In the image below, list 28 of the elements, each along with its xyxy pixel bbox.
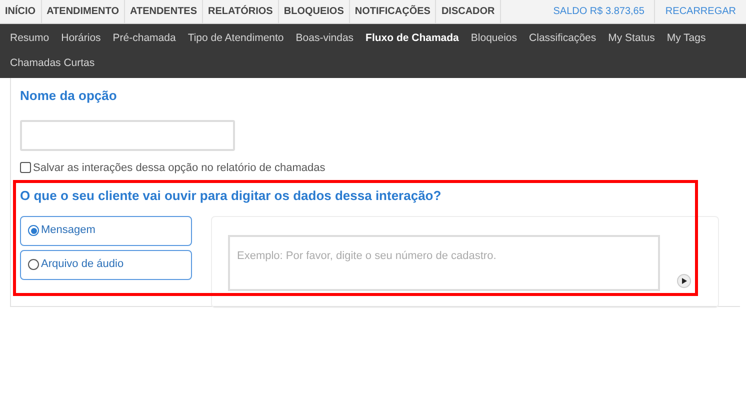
sub-nav-item[interactable]: Classificações xyxy=(523,26,602,51)
checkbox-label: Salvar as interações dessa opção no relatório de chamadas xyxy=(33,160,326,176)
play-icon[interactable] xyxy=(677,274,691,288)
field-label: Nome da opção xyxy=(20,87,118,105)
sub-nav-item[interactable]: Chamadas Curtas xyxy=(4,51,101,76)
nav-tab[interactable]: INÍCIO xyxy=(0,0,42,23)
nav-tab[interactable]: BLOQUEIOS xyxy=(278,0,350,23)
nav-tab[interactable]: NOTIFICAÇÕES xyxy=(350,0,436,23)
sub-nav-item[interactable]: Bloqueios xyxy=(464,26,524,51)
nav-tab[interactable]: ATENDIMENTO xyxy=(42,0,125,23)
nav-tab[interactable]: RELATÓRIOS xyxy=(203,0,279,23)
question-heading: O que o seu cliente vai ouvir para digitar os dados dessa interação? xyxy=(20,187,442,205)
option-name-field[interactable] xyxy=(20,120,235,150)
sub-nav-item[interactable]: My Tags xyxy=(660,26,712,51)
sub-nav-item[interactable]: Horários xyxy=(55,26,107,51)
sub-nav-item[interactable]: My Status xyxy=(602,26,661,51)
sub-nav-item[interactable]: Tipo de Atendimento xyxy=(182,26,290,51)
balance-text: SALDO R$ 3.873,65 xyxy=(543,0,656,23)
nav-tab[interactable]: ATENDENTES xyxy=(124,0,204,23)
sub-nav-item[interactable]: Boas-vindas xyxy=(290,26,360,51)
sub-nav-item[interactable]: Fluxo de Chamada xyxy=(360,26,465,51)
radio-option[interactable]: Arquivo de áudio xyxy=(20,250,192,280)
nav-tab[interactable]: DISCADOR xyxy=(436,0,501,23)
message-field[interactable]: Exemplo: Por favor, digite o seu número de cadastro. xyxy=(228,234,660,290)
sub-nav-item[interactable]: Resumo xyxy=(4,26,56,51)
save-checkbox[interactable] xyxy=(20,162,31,174)
sub-nav-item[interactable]: Pré-chamada xyxy=(106,26,182,51)
radio-option[interactable]: Mensagem xyxy=(20,216,192,246)
